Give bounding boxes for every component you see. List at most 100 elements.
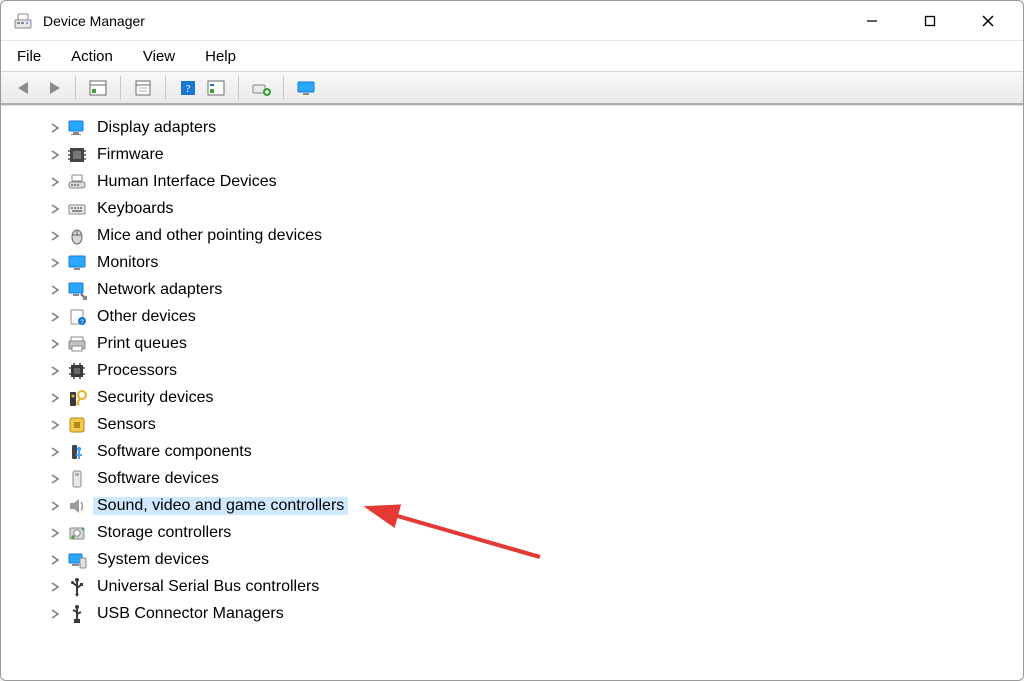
back-button[interactable] [11, 75, 39, 101]
tree-node-sound[interactable]: Sound, video and game controllers [1, 492, 1023, 519]
tree-node-label: Sound, video and game controllers [93, 497, 348, 515]
tree-node-label: Network adapters [93, 281, 226, 299]
cpu-icon [67, 361, 87, 381]
device-tree-pane[interactable]: Display adapters Firmware Human Interface … [1, 105, 1023, 680]
tree-node-keyboards[interactable]: Keyboards [1, 195, 1023, 222]
tree-node-system[interactable]: System devices [1, 546, 1023, 573]
expand-chevron-icon[interactable] [49, 365, 61, 377]
tree-node-label: Human Interface Devices [93, 173, 281, 191]
tree-node-label: Universal Serial Bus controllers [93, 578, 323, 596]
tree-node-other[interactable]: Other devices [1, 303, 1023, 330]
network-icon [67, 280, 87, 300]
tree-node-display-adapters[interactable]: Display adapters [1, 114, 1023, 141]
remote-button[interactable] [292, 75, 320, 101]
expand-chevron-icon[interactable] [49, 608, 61, 620]
forward-button[interactable] [39, 75, 67, 101]
printer-icon [67, 334, 87, 354]
expand-chevron-icon[interactable] [49, 257, 61, 269]
add-hardware-button[interactable] [247, 75, 275, 101]
tree-node-label: Storage controllers [93, 524, 235, 542]
tree-node-firmware[interactable]: Firmware [1, 141, 1023, 168]
expand-chevron-icon[interactable] [49, 203, 61, 215]
display-icon [67, 118, 87, 138]
tree-node-mice[interactable]: Mice and other pointing devices [1, 222, 1023, 249]
expand-chevron-icon[interactable] [49, 419, 61, 431]
expand-chevron-icon[interactable] [49, 338, 61, 350]
key-icon [67, 388, 87, 408]
expand-chevron-icon[interactable] [49, 446, 61, 458]
expand-chevron-icon[interactable] [49, 122, 61, 134]
chip-icon [67, 145, 87, 165]
help-button[interactable]: ? [174, 75, 202, 101]
softdev-icon [67, 469, 87, 489]
speaker-icon [67, 496, 87, 516]
tree-node-label: Print queues [93, 335, 191, 353]
titlebar: Device Manager [1, 1, 1023, 41]
mouse-icon [67, 226, 87, 246]
expand-chevron-icon[interactable] [49, 554, 61, 566]
sensor-icon [67, 415, 87, 435]
menubar: File Action View Help [1, 41, 1023, 71]
svg-text:?: ? [186, 83, 191, 95]
close-button[interactable] [959, 1, 1017, 41]
menu-file[interactable]: File [13, 46, 45, 67]
properties-button[interactable] [129, 75, 157, 101]
tree-node-network[interactable]: Network adapters [1, 276, 1023, 303]
tree-node-security[interactable]: Security devices [1, 384, 1023, 411]
scan-button[interactable] [202, 75, 230, 101]
expand-chevron-icon[interactable] [49, 176, 61, 188]
tree-node-label: Software components [93, 443, 256, 461]
tree-node-usb-conn[interactable]: USB Connector Managers [1, 600, 1023, 627]
expand-chevron-icon[interactable] [49, 311, 61, 323]
caption-buttons [843, 1, 1017, 41]
tree-node-label: Processors [93, 362, 181, 380]
expand-chevron-icon[interactable] [49, 230, 61, 242]
tree-node-print[interactable]: Print queues [1, 330, 1023, 357]
expand-chevron-icon[interactable] [49, 527, 61, 539]
expand-chevron-icon[interactable] [49, 581, 61, 593]
tree-node-label: Keyboards [93, 200, 178, 218]
tree-node-label: Monitors [93, 254, 162, 272]
menu-view[interactable]: View [139, 46, 179, 67]
monitor-icon [67, 253, 87, 273]
toolbar: ? [1, 71, 1023, 105]
expand-chevron-icon[interactable] [49, 284, 61, 296]
usb-icon [67, 577, 87, 597]
maximize-button[interactable] [901, 1, 959, 41]
tree-node-label: Other devices [93, 308, 200, 326]
tree-node-label: Display adapters [93, 119, 220, 137]
hid-icon [67, 172, 87, 192]
window-title: Device Manager [43, 13, 145, 29]
minimize-button[interactable] [843, 1, 901, 41]
puzzle-icon [67, 442, 87, 462]
system-icon [67, 550, 87, 570]
keyboard-icon [67, 199, 87, 219]
app-icon [13, 11, 33, 31]
tree-node-monitors[interactable]: Monitors [1, 249, 1023, 276]
tree-node-label: Security devices [93, 389, 218, 407]
menu-action[interactable]: Action [67, 46, 117, 67]
expand-chevron-icon[interactable] [49, 149, 61, 161]
tree-node-soft-dev[interactable]: Software devices [1, 465, 1023, 492]
tree-node-label: Mice and other pointing devices [93, 227, 326, 245]
tree-node-soft-comp[interactable]: Software components [1, 438, 1023, 465]
expand-chevron-icon[interactable] [49, 473, 61, 485]
usbconn-icon [67, 604, 87, 624]
show-hidden-button[interactable] [84, 75, 112, 101]
tree-node-label: Software devices [93, 470, 223, 488]
expand-chevron-icon[interactable] [49, 500, 61, 512]
tree-node-processors[interactable]: Processors [1, 357, 1023, 384]
menu-help[interactable]: Help [201, 46, 240, 67]
tree-node-label: System devices [93, 551, 213, 569]
tree-node-label: USB Connector Managers [93, 605, 288, 623]
tree-node-storage[interactable]: Storage controllers [1, 519, 1023, 546]
device-manager-window: Device Manager File Action View Help [0, 0, 1024, 681]
storage-icon [67, 523, 87, 543]
tree-node-sensors[interactable]: Sensors [1, 411, 1023, 438]
tree-node-label: Firmware [93, 146, 168, 164]
tree-node-hid[interactable]: Human Interface Devices [1, 168, 1023, 195]
expand-chevron-icon[interactable] [49, 392, 61, 404]
other-icon [67, 307, 87, 327]
tree-node-label: Sensors [93, 416, 160, 434]
tree-node-usb[interactable]: Universal Serial Bus controllers [1, 573, 1023, 600]
